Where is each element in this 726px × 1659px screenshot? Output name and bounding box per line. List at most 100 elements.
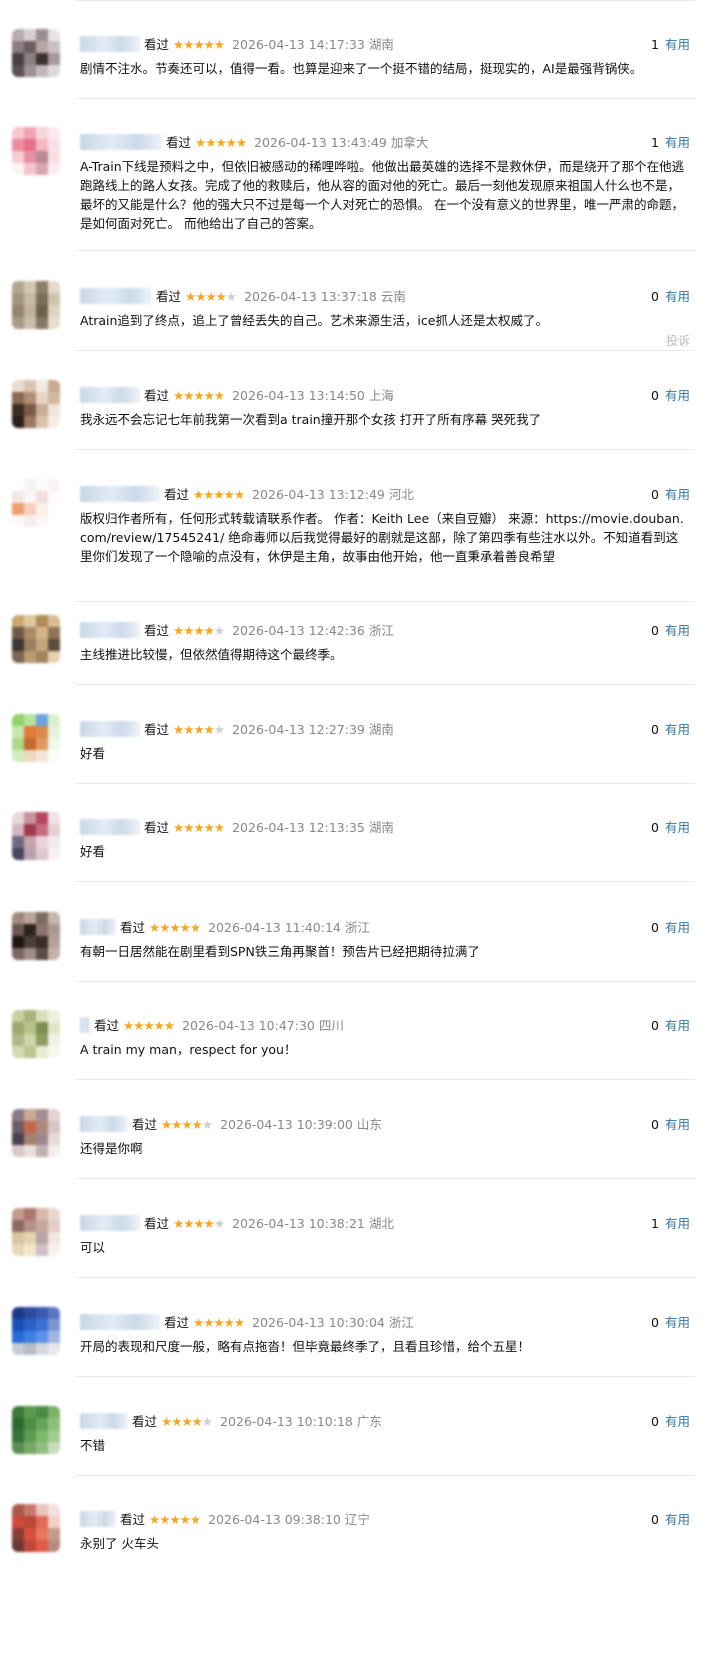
star-filled-icon: ★ bbox=[183, 722, 194, 737]
comment-text: 可以 bbox=[80, 1240, 106, 1255]
avatar[interactable] bbox=[12, 1208, 60, 1256]
avatar[interactable] bbox=[12, 1406, 60, 1454]
useful-button[interactable]: 有用 bbox=[665, 1414, 690, 1429]
comment-info: 看过 ★★★★★ 2026-04-13 13:37:18 云南 bbox=[80, 287, 406, 307]
useful-button[interactable]: 有用 bbox=[665, 1117, 690, 1132]
rating-stars: ★★★★★ bbox=[195, 133, 247, 153]
top-divider bbox=[75, 0, 695, 1]
username-link[interactable] bbox=[80, 1511, 116, 1527]
vote-count: 0 bbox=[651, 820, 659, 835]
comment-divider bbox=[75, 1277, 695, 1278]
vote-count: 1 bbox=[651, 37, 659, 52]
useful-button[interactable]: 有用 bbox=[665, 37, 690, 52]
star-filled-icon: ★ bbox=[203, 37, 215, 52]
vote-count: 0 bbox=[651, 1414, 659, 1429]
username-link[interactable] bbox=[80, 1413, 128, 1429]
username-link[interactable] bbox=[80, 819, 140, 835]
useful-button[interactable]: 有用 bbox=[665, 1512, 690, 1527]
star-filled-icon: ★ bbox=[189, 920, 201, 935]
comment-time: 2026-04-13 13:14:50 bbox=[232, 388, 365, 403]
comment-location: 湖南 bbox=[368, 820, 394, 835]
useful-button[interactable]: 有用 bbox=[665, 1315, 690, 1330]
comment-info: 看过 ★★★★★ 2026-04-13 14:17:33 湖南 bbox=[80, 35, 394, 55]
star-filled-icon: ★ bbox=[193, 1216, 204, 1231]
username-link[interactable] bbox=[80, 387, 140, 403]
comment-location: 广东 bbox=[356, 1414, 382, 1429]
star-filled-icon: ★ bbox=[149, 920, 160, 935]
comment-divider bbox=[75, 981, 695, 982]
avatar[interactable] bbox=[12, 615, 60, 663]
star-filled-icon: ★ bbox=[161, 1414, 172, 1429]
avatar[interactable] bbox=[12, 1010, 60, 1058]
star-filled-icon: ★ bbox=[203, 1216, 215, 1231]
useful-button[interactable]: 有用 bbox=[665, 820, 690, 835]
username-link[interactable] bbox=[80, 1017, 90, 1033]
star-filled-icon: ★ bbox=[223, 1315, 235, 1330]
star-filled-icon: ★ bbox=[195, 135, 206, 150]
avatar[interactable] bbox=[12, 281, 60, 329]
avatar[interactable] bbox=[12, 1307, 60, 1355]
username-link[interactable] bbox=[80, 622, 140, 638]
comment-time: 2026-04-13 13:43:49 bbox=[254, 135, 387, 150]
username-link[interactable] bbox=[80, 919, 116, 935]
watch-status: 看过 bbox=[120, 1512, 146, 1527]
comment-location: 浙江 bbox=[344, 920, 370, 935]
useful-button[interactable]: 有用 bbox=[665, 388, 690, 403]
username-link[interactable] bbox=[80, 1314, 160, 1330]
star-filled-icon: ★ bbox=[215, 135, 226, 150]
useful-button[interactable]: 有用 bbox=[665, 623, 690, 638]
useful-button[interactable]: 有用 bbox=[665, 289, 690, 304]
star-filled-icon: ★ bbox=[213, 487, 224, 502]
avatar[interactable] bbox=[12, 1109, 60, 1157]
useful-button[interactable]: 有用 bbox=[665, 920, 690, 935]
useful-button[interactable]: 有用 bbox=[665, 722, 690, 737]
star-filled-icon: ★ bbox=[143, 1018, 154, 1033]
watch-status: 看过 bbox=[144, 623, 170, 638]
rating-stars: ★★★★★ bbox=[173, 1214, 225, 1234]
star-filled-icon: ★ bbox=[205, 289, 216, 304]
comment-text: A train my man，respect for you！ bbox=[80, 1042, 297, 1057]
username-link[interactable] bbox=[80, 36, 140, 52]
watch-status: 看过 bbox=[132, 1414, 158, 1429]
comment-location: 浙江 bbox=[388, 1315, 414, 1330]
username-link[interactable] bbox=[80, 288, 152, 304]
comment-time: 2026-04-13 10:30:04 bbox=[252, 1315, 385, 1330]
report-link[interactable]: 投诉 bbox=[666, 332, 690, 349]
avatar[interactable] bbox=[12, 812, 60, 860]
star-filled-icon: ★ bbox=[183, 388, 194, 403]
star-filled-icon: ★ bbox=[225, 135, 237, 150]
star-filled-icon: ★ bbox=[181, 1414, 192, 1429]
username-link[interactable] bbox=[80, 486, 160, 502]
useful-button[interactable]: 有用 bbox=[665, 1018, 690, 1033]
comment-divider bbox=[75, 881, 695, 882]
comment-time: 2026-04-13 10:47:30 bbox=[182, 1018, 315, 1033]
comment-location: 辽宁 bbox=[344, 1512, 370, 1527]
comment-time: 2026-04-13 10:39:00 bbox=[220, 1117, 353, 1132]
avatar[interactable] bbox=[12, 912, 60, 960]
star-filled-icon: ★ bbox=[149, 1512, 160, 1527]
star-filled-icon: ★ bbox=[169, 920, 180, 935]
vote-count: 1 bbox=[651, 1216, 659, 1231]
star-filled-icon: ★ bbox=[213, 1315, 224, 1330]
watch-status: 看过 bbox=[132, 1117, 158, 1132]
avatar[interactable] bbox=[12, 380, 60, 428]
watch-status: 看过 bbox=[144, 388, 170, 403]
avatar[interactable] bbox=[12, 714, 60, 762]
star-filled-icon: ★ bbox=[173, 388, 184, 403]
avatar[interactable] bbox=[12, 127, 60, 175]
username-link[interactable] bbox=[80, 721, 140, 737]
useful-button[interactable]: 有用 bbox=[665, 1216, 690, 1231]
username-link[interactable] bbox=[80, 1215, 140, 1231]
avatar[interactable] bbox=[12, 1504, 60, 1552]
avatar[interactable] bbox=[12, 479, 60, 527]
useful-button[interactable]: 有用 bbox=[665, 135, 690, 150]
comment-time: 2026-04-13 13:37:18 bbox=[244, 289, 377, 304]
vote-count: 1 bbox=[651, 135, 659, 150]
avatar[interactable] bbox=[12, 29, 60, 77]
star-filled-icon: ★ bbox=[233, 1315, 245, 1330]
comment-info: 看过 ★★★★★ 2026-04-13 11:40:14 浙江 bbox=[80, 918, 370, 938]
useful-button[interactable]: 有用 bbox=[665, 487, 690, 502]
username-link[interactable] bbox=[80, 1116, 128, 1132]
username-link[interactable] bbox=[80, 134, 162, 150]
vote-area: 1 有用 bbox=[651, 35, 690, 55]
